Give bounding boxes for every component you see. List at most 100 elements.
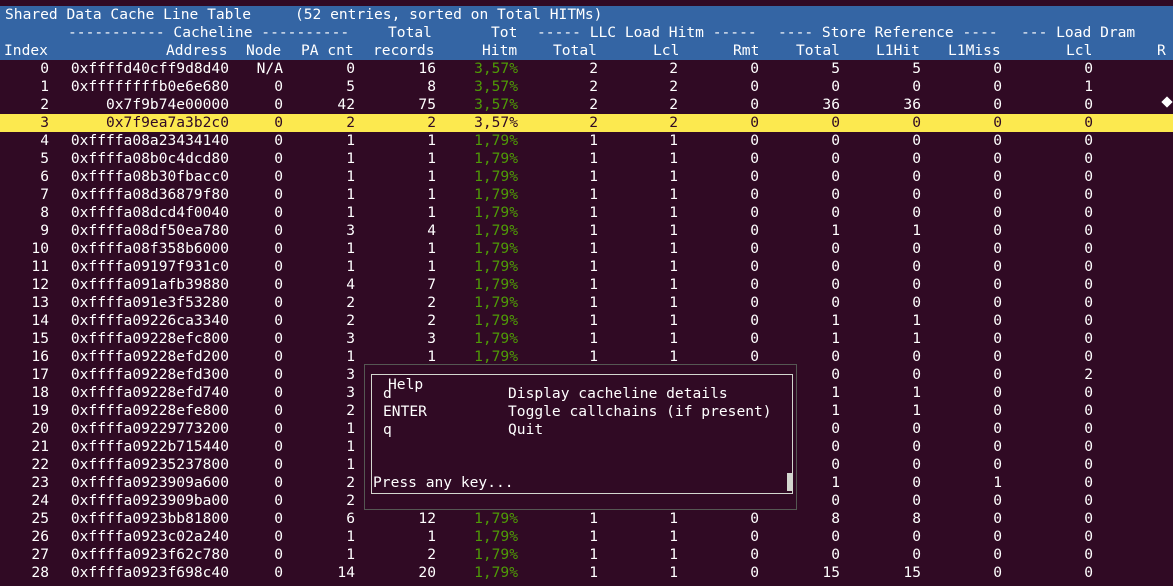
cell-node: 0	[274, 276, 283, 293]
table-row[interactable]: 1 0xffffffffb0e6e680 0 5 8 3,57% 2 2 0 0 0 0 1	[0, 78, 1173, 96]
cell-address: 0xffffa08dcd4f0040	[70, 204, 229, 221]
table-row[interactable]: 10 0xffffa08f358b6000 0 1 1 1,79% 1 1 0 0 0 0 0	[0, 240, 1173, 258]
cell-records: 12	[418, 510, 436, 527]
cell-index: 26	[31, 528, 49, 545]
table-row[interactable]: 6 0xffffa08b30fbacc0 0 1 1 1,79% 1 1 0 0 0 0 0	[0, 168, 1173, 186]
cell-store-total: 0	[831, 456, 840, 473]
cell-store-total: 1	[831, 384, 840, 401]
cell-node: 0	[274, 150, 283, 167]
cell-records: 1	[427, 150, 436, 167]
cell-node: 0	[274, 204, 283, 221]
cell-store-total: 5	[831, 60, 840, 77]
cell-llc-lcl: 1	[669, 510, 678, 527]
table-row[interactable]: 5 0xffffa08b0c4dcd80 0 1 1 1,79% 1 1 0 0 0 0 0	[0, 150, 1173, 168]
table-row[interactable]: 7 0xffffa08d36879f80 0 1 1 1,79% 1 1 0 0 0 0 0	[0, 186, 1173, 204]
cell-l1hit: 0	[912, 114, 921, 131]
group-cacheline: ----------- Cacheline ----------	[68, 24, 350, 41]
cell-dram-lcl: 0	[1084, 312, 1093, 329]
help-desc-d: Display cacheline details	[508, 385, 728, 402]
col-node: Node	[246, 42, 282, 59]
cell-node: 0	[274, 438, 283, 455]
help-desc-enter: Toggle callchains (if present)	[508, 403, 772, 420]
table-row[interactable]: 13 0xffffa091e3f53280 0 2 2 1,79% 1 1 0 0 0 0 0	[0, 294, 1173, 312]
col-l1hit: L1Hit	[876, 42, 920, 59]
cell-l1miss: 0	[993, 114, 1002, 131]
cell-node: 0	[274, 474, 283, 491]
cell-pa-cnt: 2	[346, 402, 355, 419]
table-row[interactable]: 26 0xffffa0923c02a240 0 1 1 1,79% 1 1 0 0 0 0 0	[0, 528, 1173, 546]
cell-store-total: 0	[831, 132, 840, 149]
col-dram-r: R	[1157, 42, 1166, 59]
cell-l1miss: 0	[993, 150, 1002, 167]
cell-node: 0	[274, 312, 283, 329]
column-header: Index Address Node PA cnt records Hitm T…	[0, 42, 1173, 60]
cell-hitm: 1,79%	[474, 186, 518, 203]
cell-llc-rmt: 0	[750, 240, 759, 257]
table-row[interactable]: 25 0xffffa0923bb81800 0 6 12 1,79% 1 1 0 8 8 0 0	[0, 510, 1173, 528]
help-key-d: d	[383, 385, 392, 402]
table-row[interactable]: 4 0xffffa08a23434140 0 1 1 1,79% 1 1 0 0 0 0 0	[0, 132, 1173, 150]
table-row[interactable]: 14 0xffffa09226ca3340 0 2 2 1,79% 1 1 0 1 1 0 0	[0, 312, 1173, 330]
cell-llc-rmt: 0	[750, 60, 759, 77]
cell-pa-cnt: 1	[346, 132, 355, 149]
cell-index: 3	[40, 114, 49, 131]
group-llc-load-hitm: ----- LLC Load Hitm -----	[537, 24, 757, 41]
cell-node: 0	[274, 402, 283, 419]
cell-llc-total: 2	[589, 78, 598, 95]
table-row[interactable]: 27 0xffffa0923f62c780 0 1 2 1,79% 1 1 0 0 0 0 0	[0, 546, 1173, 564]
cell-l1miss: 0	[993, 168, 1002, 185]
table-row[interactable]: 9 0xffffa08df50ea780 0 3 4 1,79% 1 1 0 1 1 0 0	[0, 222, 1173, 240]
cell-node: 0	[274, 384, 283, 401]
help-dialog[interactable]: Help d Display cacheline details ENTER T…	[364, 364, 797, 510]
cell-llc-rmt: 0	[750, 96, 759, 113]
cell-store-total: 36	[822, 96, 840, 113]
cell-l1hit: 0	[912, 258, 921, 275]
cell-l1miss: 0	[993, 276, 1002, 293]
cell-store-total: 1	[831, 474, 840, 491]
cell-l1hit: 36	[903, 96, 921, 113]
cell-l1hit: 0	[912, 240, 921, 257]
cell-l1hit: 0	[912, 474, 921, 491]
cell-store-total: 0	[831, 438, 840, 455]
cell-l1hit: 0	[912, 546, 921, 563]
table-row[interactable]: 3 0x7f9ea7a3b2c0 0 2 2 3,57% 2 2 0 0 0 0 0	[0, 114, 1173, 132]
cell-hitm: 1,79%	[474, 546, 518, 563]
cell-dram-lcl: 2	[1084, 366, 1093, 383]
cell-dram-lcl: 0	[1084, 258, 1093, 275]
cell-hitm: 1,79%	[474, 204, 518, 221]
cell-hitm: 1,79%	[474, 132, 518, 149]
cell-hitm: 1,79%	[474, 564, 518, 581]
group-total: Total	[388, 24, 432, 41]
cell-llc-total: 1	[589, 294, 598, 311]
cell-store-total: 0	[831, 114, 840, 131]
table-row[interactable]: 15 0xffffa09228efc800 0 3 3 1,79% 1 1 0 1 1 0 0	[0, 330, 1173, 348]
cell-node: N/A	[256, 60, 283, 77]
table-row[interactable]: 0 0xffffd40cff9d8d40 N/A 0 16 3,57% 2 2 0 5 5 0 0	[0, 60, 1173, 78]
table-row[interactable]: 28 0xffffa0923f698c40 0 14 20 1,79% 1 1 0 15 15 0 0	[0, 564, 1173, 582]
table-row[interactable]: 11 0xffffa09197f931c0 0 1 1 1,79% 1 1 0 0 0 0 0	[0, 258, 1173, 276]
cell-store-total: 1	[831, 222, 840, 239]
cell-address: 0xffffa08b30fbacc0	[70, 168, 229, 185]
cell-llc-total: 1	[589, 312, 598, 329]
cell-l1hit: 0	[912, 132, 921, 149]
cell-pa-cnt: 1	[346, 528, 355, 545]
cell-llc-rmt: 0	[750, 132, 759, 149]
cell-pa-cnt: 6	[346, 510, 355, 527]
table-row[interactable]: 2 0x7f9b74e00000 0 42 75 3,57% 2 2 0 36 36 0 0	[0, 96, 1173, 114]
cell-index: 10	[31, 240, 49, 257]
cell-node: 0	[274, 564, 283, 581]
cell-pa-cnt: 4	[346, 276, 355, 293]
table-row[interactable]: 8 0xffffa08dcd4f0040 0 1 1 1,79% 1 1 0 0 0 0 0	[0, 204, 1173, 222]
cell-pa-cnt: 1	[346, 240, 355, 257]
cell-l1hit: 5	[912, 60, 921, 77]
cell-pa-cnt: 2	[346, 294, 355, 311]
table-row[interactable]: 12 0xffffa091afb39880 0 4 7 1,79% 1 1 0 0 0 0 0	[0, 276, 1173, 294]
cell-l1miss: 0	[993, 402, 1002, 419]
cell-pa-cnt: 1	[346, 348, 355, 365]
cell-records: 2	[427, 546, 436, 563]
cell-llc-rmt: 0	[750, 528, 759, 545]
cell-address: 0xffffa0923909a600	[70, 474, 229, 491]
cell-l1miss: 0	[993, 366, 1002, 383]
cell-store-total: 0	[831, 204, 840, 221]
cell-index: 28	[31, 564, 49, 581]
